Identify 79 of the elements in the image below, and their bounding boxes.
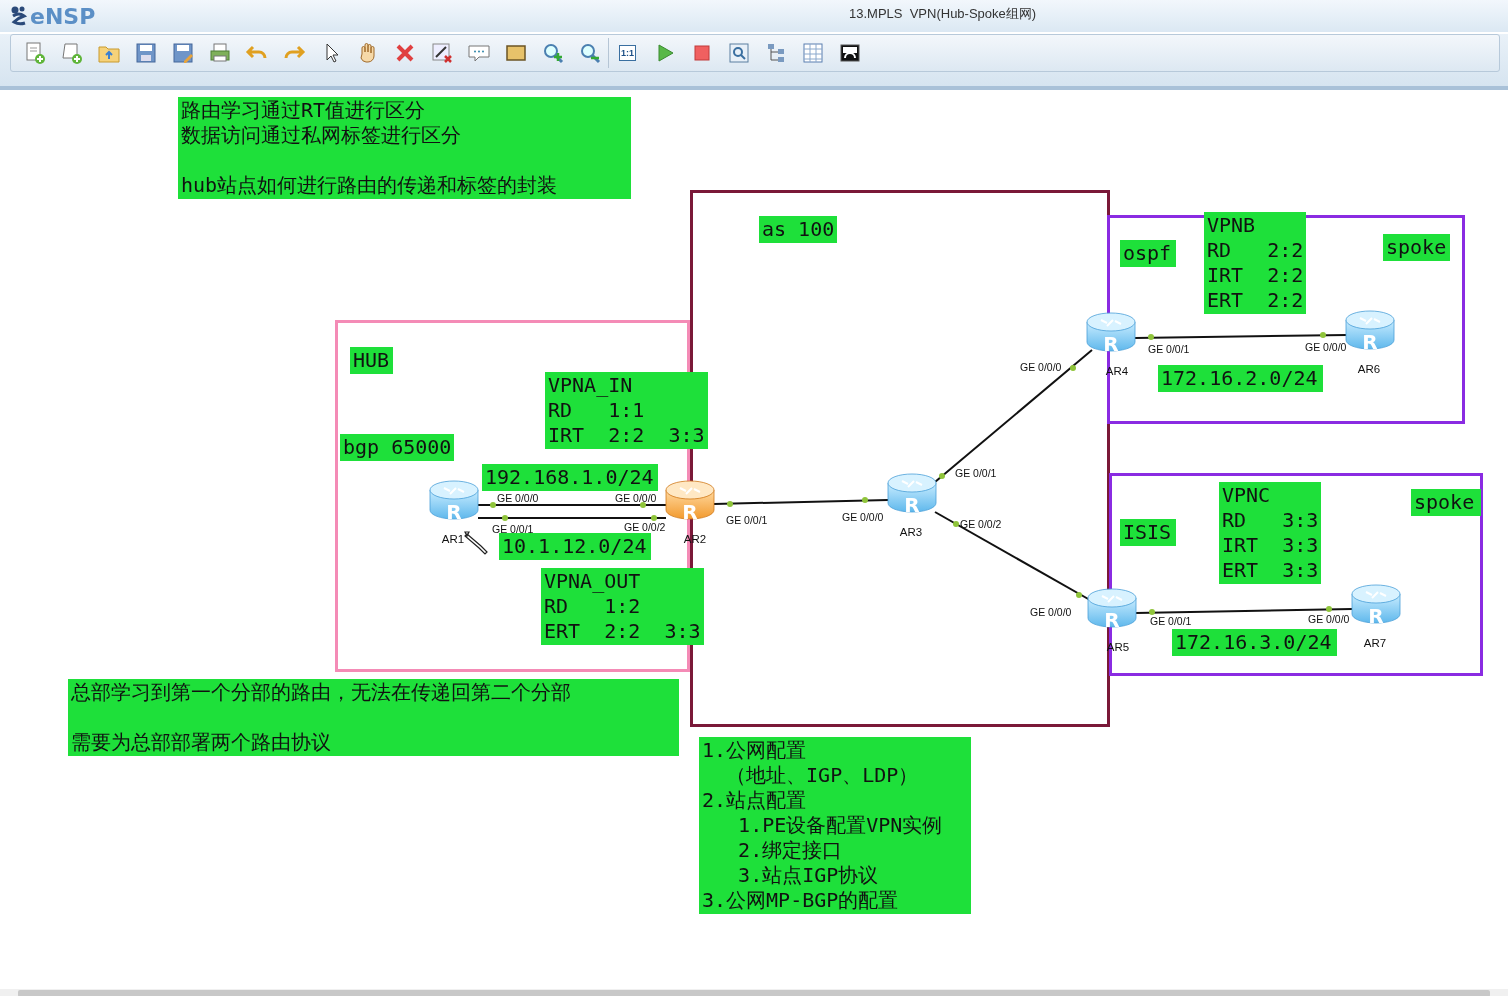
note-label: VPNB RD 2:2 IRT 2:2 ERT 2:2: [1204, 212, 1307, 314]
logo-icon: [10, 5, 28, 27]
note-label: VPNA_IN RD 1:1 IRT 2:2 3:3: [545, 372, 708, 449]
pencil-cursor-icon: [464, 531, 488, 555]
note-line: 2.绑定接口: [737, 838, 843, 863]
port-dot: [1320, 332, 1326, 338]
port-label: GE 0/0/2: [624, 521, 666, 533]
note-line: 数据访问通过私网标签进行区分: [181, 123, 461, 148]
link-line[interactable]: [477, 504, 667, 506]
port-label: GE 0/0/1: [1150, 615, 1192, 627]
note-line: 2.站点配置: [702, 788, 807, 813]
note-label: bgp 65000: [340, 434, 455, 461]
port-label: GE 0/0/0: [615, 492, 657, 504]
port-dot: [640, 502, 646, 508]
actual-size-button[interactable]: 1:1: [619, 45, 636, 61]
note-label: ospf: [1120, 240, 1176, 267]
port-label: GE 0/0/1: [955, 467, 997, 479]
note-line: 3.公网MP-BGP的配置: [702, 888, 899, 913]
save-icon[interactable]: [133, 41, 158, 65]
note-label: HUB: [350, 347, 393, 374]
port-label: GE 0/0/0: [1308, 613, 1350, 625]
port-dot: [490, 502, 496, 508]
link-line[interactable]: [934, 349, 1093, 483]
note-line: 3.站点IGP协议: [737, 863, 879, 888]
port-dot: [1326, 606, 1332, 612]
delete-link-icon[interactable]: [429, 41, 454, 65]
save-as-icon[interactable]: [170, 41, 195, 65]
port-dot: [862, 497, 868, 503]
port-dot: [651, 515, 657, 521]
new-page-icon[interactable]: [59, 41, 84, 65]
device-label: AR1: [441, 533, 465, 545]
port-dot: [939, 473, 945, 479]
port-label: GE 0/0/0: [497, 492, 539, 504]
note-label: 10.1.12.0/24: [499, 533, 651, 560]
note-label: VPNA_OUT RD 1:2 ERT 2:2 3:3: [541, 568, 704, 645]
console-icon[interactable]: [837, 41, 862, 65]
link-line[interactable]: [477, 517, 667, 519]
capture-icon[interactable]: [726, 41, 751, 65]
print-icon[interactable]: [207, 41, 232, 65]
port-dot: [1070, 365, 1076, 371]
port-label: GE 0/0/2: [960, 518, 1002, 530]
port-dot: [953, 521, 959, 527]
port-dot: [1148, 334, 1154, 340]
port-dot: [727, 501, 733, 507]
device-label: AR6: [1357, 363, 1381, 375]
port-label: GE 0/0/0: [1020, 361, 1062, 373]
link-line[interactable]: [1134, 334, 1348, 339]
note-line: 路由学习通过RT值进行区分: [181, 98, 426, 123]
port-label: GE 0/0/0: [842, 511, 884, 523]
app-name: eNSP: [30, 3, 96, 29]
note-line: 1.公网配置: [702, 738, 807, 763]
note-label: 172.16.2.0/24: [1158, 365, 1323, 392]
note-line: 需要为总部部署两个路由协议: [71, 730, 331, 755]
port-label: GE 0/0/0: [1030, 606, 1072, 618]
port-dot: [1149, 609, 1155, 615]
device-label: AR7: [1363, 637, 1387, 649]
note-label: ISIS: [1120, 519, 1176, 546]
port-label: GE 0/0/1: [492, 523, 534, 535]
note-line: hub站点如何进行路由的传递和标签的封装: [181, 173, 558, 198]
link-line[interactable]: [1135, 608, 1353, 614]
note-label: VPNC RD 3:3 IRT 3:3 ERT 3:3: [1219, 482, 1322, 584]
grid-icon[interactable]: [800, 41, 825, 65]
port-label: GE 0/0/1: [726, 514, 768, 526]
note-line: 1.PE设备配置VPN实例: [737, 813, 943, 838]
scrollbar[interactable]: [0, 989, 1508, 996]
device-label: AR3: [899, 526, 923, 538]
note-label: as 100: [759, 216, 838, 243]
note-label: 192.168.1.0/24: [482, 464, 658, 491]
note-label: spoke: [1411, 489, 1481, 516]
window-title: 13.MPLS VPN(Hub-Spoke组网): [849, 5, 1037, 23]
port-label: GE 0/0/0: [1305, 341, 1347, 353]
port-dot: [502, 515, 508, 521]
note-line: 总部学习到第一个分部的路由，无法在传递回第二个分部: [71, 680, 571, 705]
port-label: GE 0/0/1: [1148, 343, 1190, 355]
note-label: 172.16.3.0/24: [1172, 629, 1337, 656]
note-label: spoke: [1383, 234, 1450, 261]
port-dot: [1076, 592, 1082, 598]
note-line: （地址、IGP、LDP）: [725, 763, 919, 788]
link-line[interactable]: [713, 499, 889, 505]
